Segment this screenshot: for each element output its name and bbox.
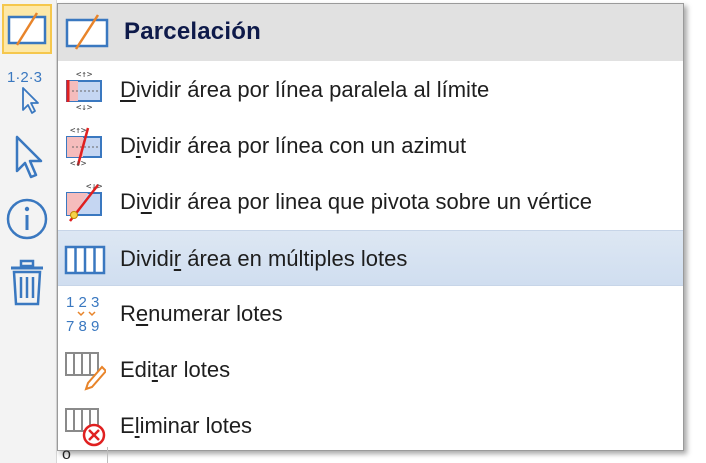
svg-text:<↓>: <↓> bbox=[70, 159, 87, 167]
menu-item-parallel-split[interactable]: <↑> <↓> Dividir área por línea paralela … bbox=[58, 62, 683, 118]
trash-icon bbox=[11, 259, 43, 306]
menu-item-pivot-split[interactable]: <↓> Dividir área por linea que pivota so… bbox=[58, 174, 683, 230]
azimuth-split-icon: <↑> <↓> bbox=[66, 126, 102, 167]
parcel-tool-button[interactable] bbox=[2, 4, 52, 54]
parcelacion-menu: Parcelación <↑> <↓> Dividir área por lín… bbox=[57, 3, 684, 451]
numbering-tool-button[interactable]: 1·2·3 bbox=[2, 64, 52, 114]
svg-text:<↑>: <↑> bbox=[76, 70, 93, 80]
left-toolbar: 1·2·3 bbox=[0, 0, 57, 463]
menu-item-label: Eliminar lotes bbox=[120, 413, 253, 438]
menu-header: Parcelación bbox=[58, 4, 683, 61]
renumber-icon-bottom: 7 8 9 bbox=[66, 318, 99, 335]
menu-item-label: Dividir área por línea paralela al límit… bbox=[120, 77, 490, 102]
renumber-icon: 1 2 3 7 8 9 bbox=[66, 294, 99, 335]
edit-lots-icon bbox=[65, 352, 106, 391]
divider bbox=[107, 447, 108, 463]
svg-text:<↑>: <↑> bbox=[70, 126, 87, 136]
menu-item-label: Dividir área por linea que pivota sobre … bbox=[120, 189, 593, 214]
menu-item-label: Dividir área por línea con un azimut bbox=[120, 133, 467, 158]
info-icon bbox=[6, 198, 48, 240]
menu-item-edit-lots[interactable]: Editar lotes bbox=[58, 342, 683, 398]
menu-item-label: Renumerar lotes bbox=[120, 301, 283, 326]
multiple-lots-icon bbox=[64, 245, 106, 275]
numbering-tool-icon: 1·2·3 bbox=[7, 69, 42, 114]
pivot-split-icon: <↓> bbox=[66, 182, 103, 222]
info-tool-button[interactable] bbox=[2, 194, 52, 244]
numbering-icon-text: 1·2·3 bbox=[7, 69, 42, 86]
delete-lots-icon bbox=[65, 408, 106, 447]
delete-tool-button[interactable] bbox=[2, 258, 52, 308]
pointer-tool-button[interactable] bbox=[2, 132, 52, 182]
menu-item-delete-lots[interactable]: Eliminar lotes bbox=[58, 398, 683, 454]
parcel-tool-icon bbox=[7, 12, 47, 46]
partial-glyph: o bbox=[62, 446, 71, 463]
menu-title: Parcelación bbox=[124, 18, 261, 45]
menu-item-label: Editar lotes bbox=[120, 357, 231, 382]
menu-item-azimuth-split[interactable]: <↑> <↓> Dividir área por línea con un az… bbox=[58, 118, 683, 174]
parallel-split-icon: <↑> <↓> bbox=[66, 70, 102, 111]
svg-text:<↓>: <↓> bbox=[76, 103, 93, 111]
pointer-icon bbox=[15, 135, 43, 179]
menu-item-multiple-lots[interactable]: Dividir área en múltiples lotes bbox=[58, 230, 683, 286]
menu-item-renumber[interactable]: 1 2 3 7 8 9 Renumerar lotes bbox=[58, 286, 683, 342]
menu-item-label: Dividir área en múltiples lotes bbox=[120, 246, 408, 271]
renumber-icon-top: 1 2 3 bbox=[66, 294, 99, 311]
parcel-header-icon bbox=[65, 14, 109, 50]
